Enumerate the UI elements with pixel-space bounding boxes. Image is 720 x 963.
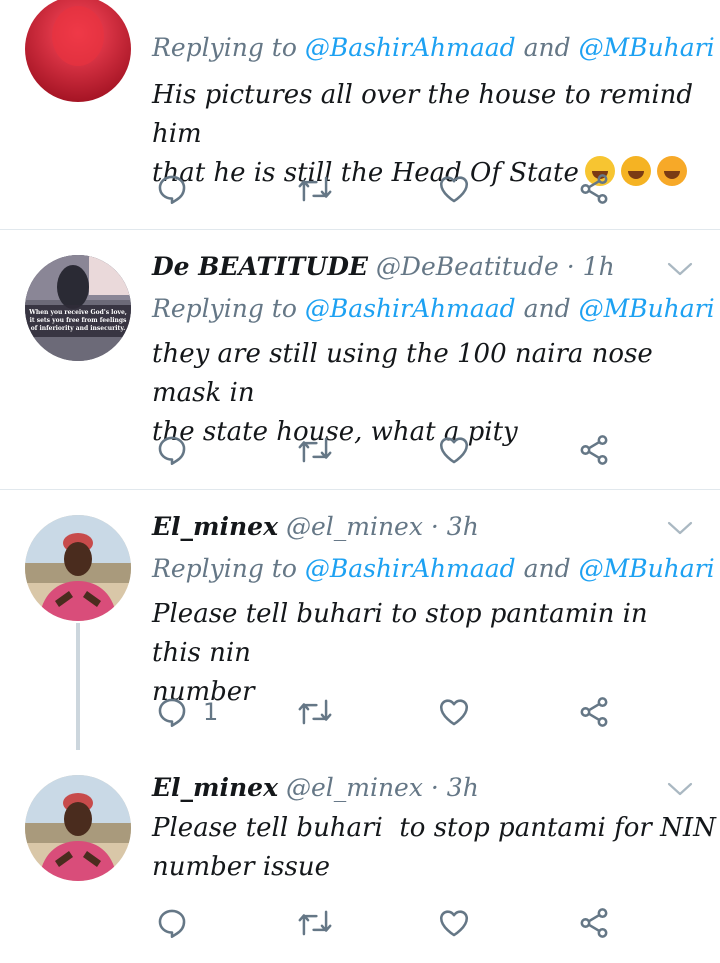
display-name[interactable]: El_minex (152, 773, 278, 802)
tweet-4[interactable]: El_minex @el_minex · 3h Please tell buha… (0, 752, 720, 963)
reply-icon (158, 698, 186, 728)
share-button[interactable] (577, 169, 611, 209)
share-icon (580, 174, 608, 204)
display-name[interactable]: El_minex (152, 512, 278, 541)
reply-icon (158, 175, 186, 205)
share-button[interactable] (577, 692, 611, 732)
timestamp[interactable]: · 3h (431, 512, 479, 541)
avatar[interactable] (25, 775, 131, 881)
retweet-icon (298, 910, 332, 936)
mention-link[interactable]: @MBuhari (579, 33, 715, 62)
like-button[interactable] (437, 430, 471, 470)
crying-face-emoji (656, 156, 687, 186)
user-handle[interactable]: @el_minex (286, 773, 423, 802)
reply-button[interactable]: 1 (155, 692, 218, 732)
avatar[interactable] (25, 515, 131, 621)
tweet-actions (155, 430, 625, 470)
tweet-actions: 1 (155, 692, 625, 732)
mention-link[interactable]: @BashirAhmaad (305, 294, 516, 323)
share-icon (580, 908, 608, 938)
rolling-laughing-emoji (620, 156, 651, 186)
replying-to: Replying to @BashirAhmaad and @MBuhari (152, 294, 715, 323)
tweet-1[interactable]: Replying to @BashirAhmaad and @MBuhari H… (0, 0, 720, 228)
mention-link[interactable]: @MBuhari (579, 294, 715, 323)
avatar[interactable]: When you receive God's love, it sets you… (25, 255, 131, 361)
mention-link[interactable]: @MBuhari (579, 554, 715, 583)
heart-icon (439, 176, 469, 203)
like-button[interactable] (437, 692, 471, 732)
user-handle[interactable]: @DeBeatitude (376, 252, 559, 281)
replying-to: Replying to @BashirAhmaad and @MBuhari (152, 554, 715, 583)
tweet-actions (155, 903, 625, 943)
reply-icon (158, 909, 186, 939)
heart-icon (439, 699, 469, 726)
retweet-button[interactable] (297, 169, 333, 209)
retweet-icon (298, 437, 332, 463)
chevron-down-icon[interactable] (667, 520, 693, 536)
avatar-caption: When you receive God's love, it sets you… (29, 309, 127, 332)
tweet-header: El_minex @el_minex · 3h (152, 771, 479, 805)
mention-link[interactable]: @BashirAhmaad (305, 554, 516, 583)
tweet-2[interactable]: When you receive God's love, it sets you… (0, 230, 720, 488)
user-handle[interactable]: @el_minex (286, 512, 423, 541)
timestamp[interactable]: · 3h (431, 773, 479, 802)
reply-icon (158, 436, 186, 466)
retweet-button[interactable] (297, 692, 333, 732)
tweet-header: El_minex @el_minex · 3h (152, 510, 479, 544)
share-button[interactable] (577, 903, 611, 943)
like-button[interactable] (437, 169, 471, 209)
tweet-3[interactable]: El_minex @el_minex · 3h Replying to @Bas… (0, 490, 720, 752)
like-button[interactable] (437, 903, 471, 943)
retweet-icon (298, 176, 332, 202)
retweet-icon (298, 699, 332, 725)
reply-count: 1 (203, 698, 219, 726)
mention-link[interactable]: @BashirAhmaad (305, 33, 516, 62)
replying-to: Replying to @BashirAhmaad and @MBuhari (152, 33, 715, 62)
share-icon (580, 697, 608, 727)
tweet-text: Please tell buhari to stop pantami for N… (152, 813, 716, 882)
thread-line (76, 623, 80, 750)
retweet-button[interactable] (297, 430, 333, 470)
retweet-button[interactable] (297, 903, 333, 943)
heart-icon (439, 437, 469, 464)
heart-icon (439, 910, 469, 937)
tweet-actions (155, 169, 625, 209)
avatar[interactable] (25, 0, 131, 102)
display-name[interactable]: De BEATITUDE (152, 252, 368, 281)
tweet-header: De BEATITUDE @DeBeatitude · 1h (152, 250, 615, 284)
reply-button[interactable] (155, 169, 189, 209)
share-icon (580, 435, 608, 465)
share-button[interactable] (577, 430, 611, 470)
timestamp[interactable]: · 1h (567, 252, 615, 281)
chevron-down-icon[interactable] (667, 261, 693, 277)
reply-button[interactable] (155, 903, 189, 943)
chevron-down-icon[interactable] (667, 781, 693, 797)
reply-button[interactable] (155, 430, 189, 470)
